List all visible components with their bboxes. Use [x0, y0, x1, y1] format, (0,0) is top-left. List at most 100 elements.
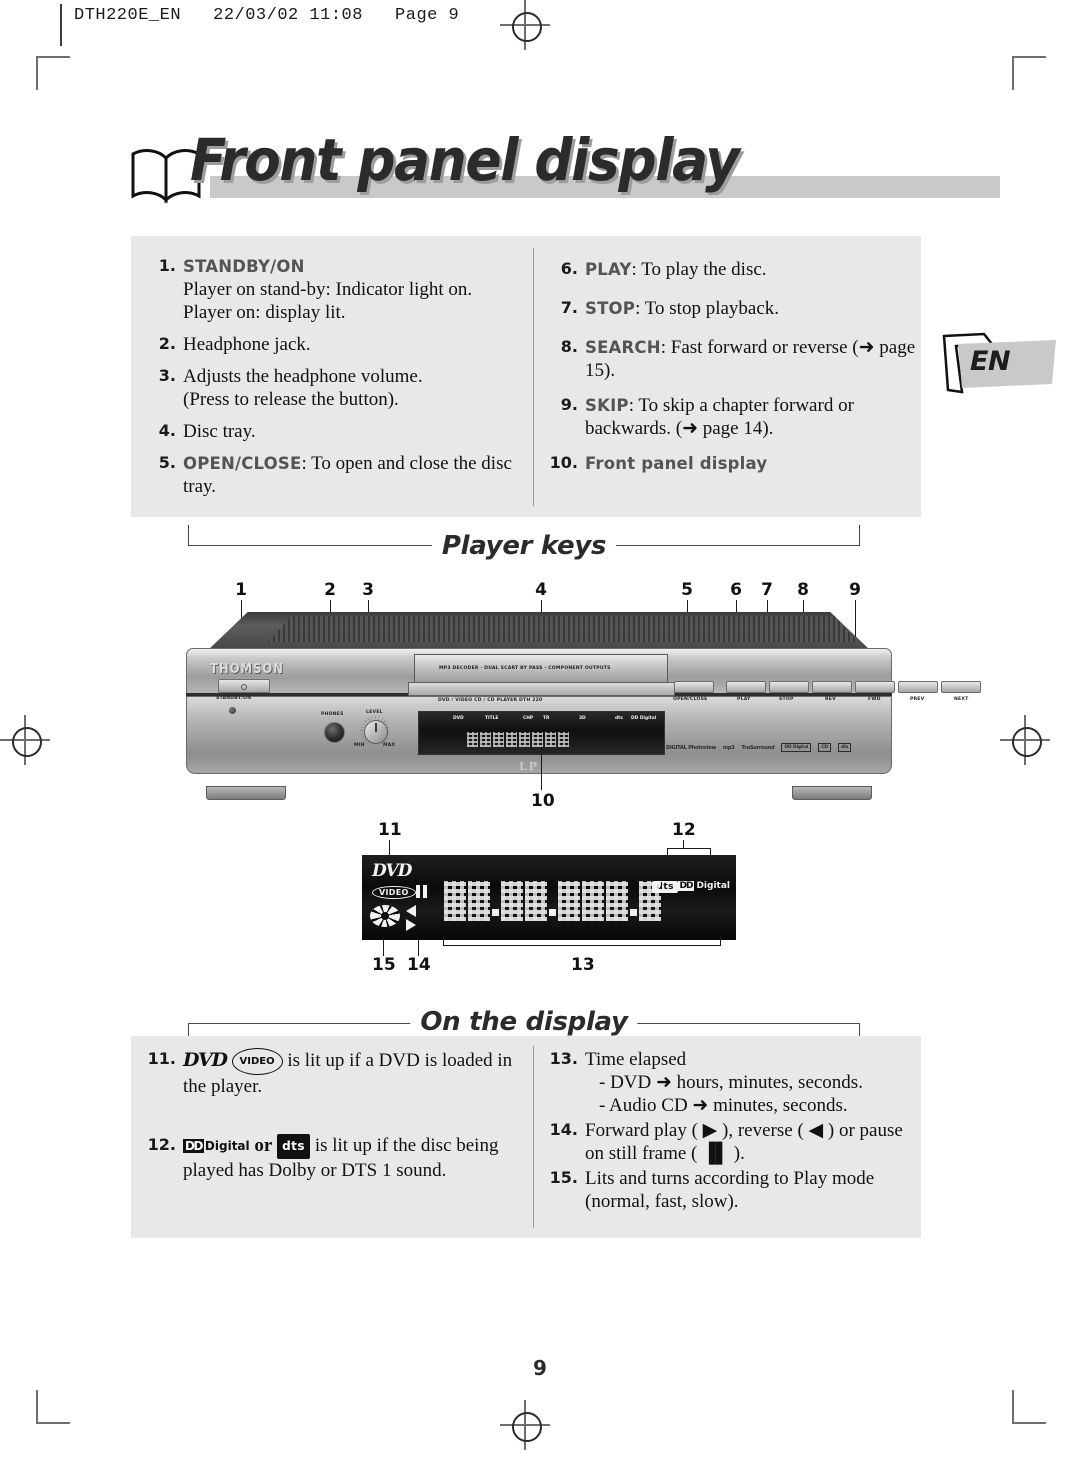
- device-foot-right: [792, 786, 872, 800]
- crop-mark-top-left-h: [36, 56, 38, 90]
- list-item-number: 12.: [147, 1135, 176, 1154]
- leader-line-10: [541, 748, 542, 790]
- segment-digit: [545, 732, 556, 747]
- next-button[interactable]: [941, 681, 981, 693]
- device-top-cover: [208, 612, 870, 650]
- dolby-digital-text: Digital: [696, 881, 730, 891]
- list-item-number: 1.: [158, 256, 176, 275]
- list-item: 7. STOP: To stop playback.: [548, 297, 920, 320]
- list-item: 3. Adjusts the headphone volume. (Press …: [146, 365, 531, 411]
- play-label: PLAY: [737, 697, 751, 702]
- list-item-body: OPEN/CLOSE: To open and close the disc t…: [183, 452, 531, 498]
- player-keys-right-list: 6. PLAY: To play the disc. 7. STOP: To s…: [548, 258, 920, 484]
- callout-12: 12: [672, 820, 696, 840]
- list-item: 5. OPEN/CLOSE: To open and close the dis…: [146, 452, 531, 498]
- headphone-jack[interactable]: [324, 722, 345, 743]
- vfd-dts-indicator: dts: [615, 716, 623, 721]
- keyword: OPEN/CLOSE: [183, 454, 302, 473]
- mp3-logo: mp3: [722, 744, 735, 751]
- keyword: SEARCH: [585, 338, 661, 357]
- prev-button[interactable]: [898, 681, 938, 693]
- list-item-body: Lits and turns according to Play mode (n…: [585, 1168, 875, 1212]
- display-digit: [606, 881, 628, 921]
- display-dvd-logo: DVD: [372, 861, 412, 881]
- list-item-body: Front panel display: [585, 452, 767, 475]
- callout-6: 6: [730, 580, 742, 600]
- list-item-subline: - DVD ➜ hours, minutes, seconds.: [599, 1072, 863, 1093]
- video-badge-glyph: VIDEO: [231, 1048, 283, 1075]
- list-item-body: Adjusts the headphone volume. (Press to …: [183, 365, 423, 411]
- on-the-display-right-list: 13. Time elapsed - DVD ➜ hours, minutes,…: [548, 1048, 920, 1222]
- level-min-label: MIN: [354, 743, 365, 748]
- callout-9: 9: [849, 580, 861, 600]
- standby-on-button[interactable]: [218, 679, 270, 693]
- dolby-digital-logo: DD Digital: [781, 743, 812, 752]
- page-title-block: Front panel display: [130, 126, 1000, 216]
- play-button[interactable]: [726, 681, 766, 693]
- list-item: 14. Forward play ( ▶ ), reverse ( ◀ ) or…: [548, 1119, 920, 1165]
- display-panel-column-divider: [533, 1046, 534, 1228]
- callout-3: 3: [362, 580, 374, 600]
- leader-line-15: [383, 940, 384, 956]
- vfd-chp-indicator: CHP: [523, 716, 534, 721]
- list-item-number: 11.: [147, 1049, 176, 1068]
- device-vents: [268, 616, 858, 642]
- segment-digit: [506, 732, 517, 747]
- rev-button[interactable]: [812, 681, 852, 693]
- dvd-logo-glyph: DVD: [183, 1049, 228, 1071]
- headphone-level-knob[interactable]: [364, 720, 388, 744]
- stop-button[interactable]: [769, 681, 809, 693]
- vfd-title-indicator: TITLE: [485, 716, 499, 721]
- list-item-number: 10.: [549, 453, 578, 472]
- lp-marking: LP: [519, 760, 540, 773]
- disc-tray[interactable]: [408, 682, 675, 696]
- callout-8: 8: [797, 580, 809, 600]
- page-number: 9: [533, 1356, 547, 1380]
- device-model-line: DVD / VIDEO CD / CD PLAYER DTH 220: [438, 698, 543, 703]
- phones-label: PHONES: [321, 712, 344, 717]
- dts-logo: dts: [837, 743, 852, 752]
- vfd-segment-digits: [467, 732, 569, 747]
- keyword: STOP: [585, 299, 636, 318]
- list-item-text: Time elapsed: [585, 1049, 687, 1070]
- callout-1: 1: [235, 580, 247, 600]
- device-logo-row: DIGITAL Photoview mp3 TruSurround DD Dig…: [666, 743, 852, 752]
- callout-14: 14: [407, 955, 431, 975]
- registration-mark-right: [1000, 715, 1050, 765]
- on-the-display-left-list: 11. DVD VIDEO is lit up if a DVD is load…: [146, 1048, 531, 1191]
- callout-7: 7: [761, 580, 773, 600]
- header-rule: [60, 4, 62, 46]
- player-keys-heading-block: Player keys: [188, 517, 860, 563]
- display-video-badge: VIDEO: [372, 886, 416, 899]
- fwd-label: FWD: [868, 697, 881, 702]
- list-item-number: 6.: [560, 259, 578, 278]
- crop-mark-bottom-right-v: [1012, 1390, 1014, 1424]
- crop-mark-bottom-left-v: [36, 1390, 38, 1424]
- display-separator-dot: [492, 909, 499, 916]
- fwd-button[interactable]: [855, 681, 895, 693]
- list-item-subline: - Audio CD ➜ minutes, seconds.: [599, 1095, 848, 1116]
- list-item: 10. Front panel display: [548, 452, 920, 475]
- segment-digit: [558, 732, 569, 747]
- list-item-number: 14.: [549, 1120, 578, 1139]
- vfd-dolby-indicator: DD Digital: [631, 716, 657, 721]
- trusurround-logo: TruSurround: [741, 744, 775, 751]
- display-digit: [444, 881, 466, 921]
- list-item-number: 7.: [560, 298, 578, 317]
- dolby-digital-glyph: DD Digital: [183, 1139, 250, 1153]
- display-disc-icon: [370, 905, 400, 927]
- list-item-body: PLAY: To play the disc.: [585, 258, 767, 281]
- stop-label: STOP: [779, 697, 794, 702]
- dts-glyph: dts: [277, 1134, 311, 1159]
- callout-5: 5: [681, 580, 693, 600]
- keyword: Front panel display: [585, 454, 768, 473]
- dolby-digital-glyph-text: Digital: [204, 1139, 250, 1153]
- file-slug: DTH220E_EN 22/03/02 11:08 Page 9: [74, 6, 460, 25]
- callout-10: 10: [531, 791, 555, 811]
- open-close-button[interactable]: [674, 681, 714, 693]
- level-label: LEVEL: [366, 710, 383, 715]
- callout-2: 2: [324, 580, 336, 600]
- crop-mark-top-left-v: [36, 56, 70, 58]
- callout-15: 15: [372, 955, 396, 975]
- device-foot-left: [206, 786, 286, 800]
